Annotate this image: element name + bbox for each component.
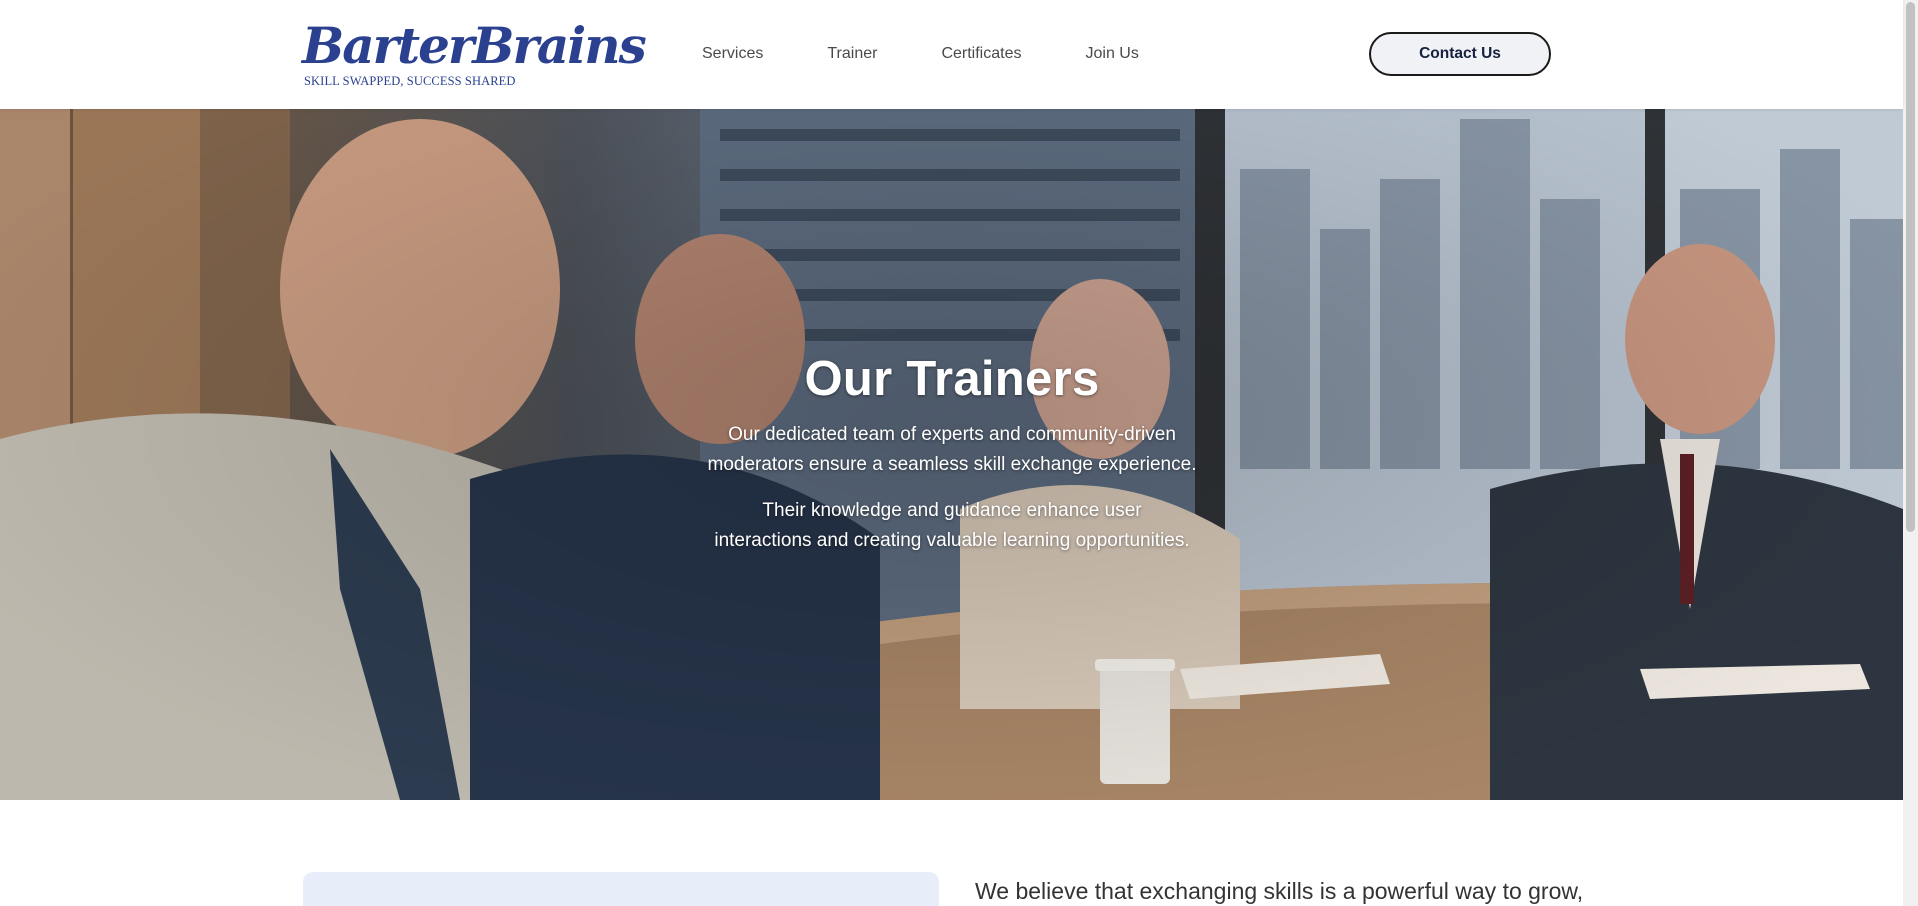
hero-paragraph-1-line: moderators ensure a seamless skill excha… xyxy=(707,454,1197,475)
nav-certificates[interactable]: Certificates xyxy=(941,43,1021,65)
hero-title: Our Trainers xyxy=(804,352,1100,406)
scrollbar-thumb[interactable] xyxy=(1906,2,1915,532)
main-nav: Services Trainer Certificates Join Us xyxy=(702,43,1139,65)
hero-paragraph-1: Our dedicated team of experts and commun… xyxy=(652,420,1252,480)
intro-text: We believe that exchanging skills is a p… xyxy=(975,878,1584,904)
nav-trainer[interactable]: Trainer xyxy=(827,43,877,65)
page: BarterBrains SKILL SWAPPED, SUCCESS SHAR… xyxy=(0,0,1918,906)
hero-paragraph-2-line: Their knowledge and guidance enhance use… xyxy=(762,500,1142,521)
brand-logo[interactable]: BarterBrains SKILL SWAPPED, SUCCESS SHAR… xyxy=(302,16,647,92)
contact-us-button[interactable]: Contact Us xyxy=(1369,32,1551,76)
hero-paragraph-2-line: interactions and creating valuable learn… xyxy=(714,530,1190,551)
hero-content: Our Trainers Our dedicated team of exper… xyxy=(652,350,1252,572)
logo-tagline: SKILL SWAPPED, SUCCESS SHARED xyxy=(304,74,516,88)
hero-section: Our Trainers Our dedicated team of exper… xyxy=(0,109,1903,800)
nav-services[interactable]: Services xyxy=(702,43,763,65)
logo-wordmark: BarterBrains xyxy=(302,16,647,75)
hero-paragraph-1-line: Our dedicated team of experts and commun… xyxy=(728,424,1176,445)
site-header: BarterBrains SKILL SWAPPED, SUCCESS SHAR… xyxy=(0,0,1903,109)
hero-paragraph-2: Their knowledge and guidance enhance use… xyxy=(652,496,1252,556)
page-scrollbar[interactable] xyxy=(1903,0,1918,906)
nav-join-us[interactable]: Join Us xyxy=(1085,43,1138,65)
info-card xyxy=(303,872,939,906)
